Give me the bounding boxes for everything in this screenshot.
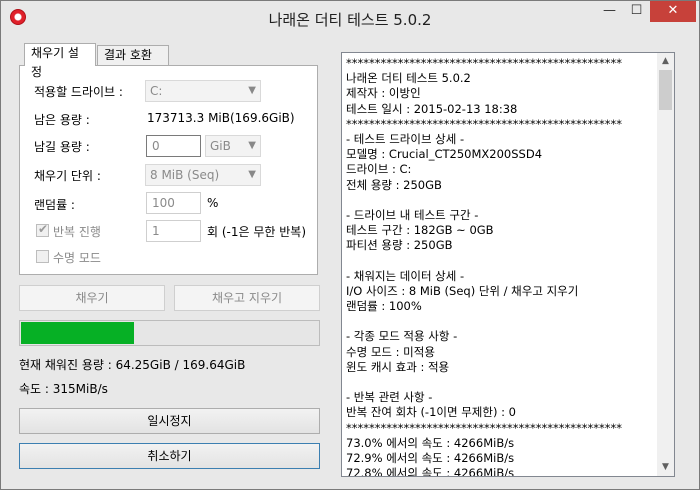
maximize-icon[interactable]: ☐ [623,1,650,22]
log-line: I/O 사이즈 : 8 MiB (Seq) 단위 / 채우고 지우기 [346,283,579,298]
minimize-icon[interactable]: — [596,1,623,22]
repeat-label: 반복 진행 [53,225,101,239]
random-rate-input[interactable]: 100 [146,192,201,214]
filled-capacity-status: 현재 채워진 용량 : 64.25GiB / 169.64GiB [19,358,246,372]
chevron-down-icon: ▼ [248,169,256,180]
scroll-up-icon[interactable]: ▲ [657,53,674,70]
check-icon: ✔ [38,222,49,236]
repeat-checkbox[interactable]: ✔ [36,222,49,237]
remaining-value: 173713.3 MiB(169.6GiB) [147,111,295,125]
scroll-down-icon[interactable]: ▼ [657,459,674,476]
cancel-button[interactable]: 취소하기 [19,443,320,469]
leave-unit-value: GiB [210,139,231,153]
log-line: 반복 잔여 회차 (-1이면 무제한) : 0 [346,405,516,420]
leave-unit-select[interactable]: GiB ▼ [205,135,261,157]
log-line: - 채워지는 데이터 상세 - [346,268,465,283]
fill-button[interactable]: 채우기 [19,285,165,311]
lifetime-mode-label: 수명 모드 [53,251,101,265]
speed-status: 속도 : 315MiB/s [19,382,108,396]
fill-unit-select[interactable]: 8 MiB (Seq) ▼ [145,164,261,186]
log-lines: ****************************************… [346,56,656,477]
log-line: 드라이브 : C: [346,162,412,177]
log-line: - 테스트 드라이브 상세 - [346,131,465,146]
close-icon[interactable]: ✕ [650,1,696,22]
log-line: 전체 용량 : 250GB [346,177,442,192]
window-title: 나래온 더티 테스트 5.0.2 [268,11,432,29]
pause-button[interactable]: 일시정지 [19,408,320,434]
log-line: - 각종 모드 적용 사항 - [346,329,458,344]
log-line: 테스트 구간 : 182GB ~ 0GB [346,223,494,238]
log-line: - 드라이브 내 테스트 구간 - [346,207,479,222]
log-line: 수명 모드 : 미적용 [346,344,435,359]
log-line: - 반복 관련 사항 - [346,390,433,405]
scroll-thumb[interactable] [659,70,672,110]
random-rate-label: 랜덤률 : [34,198,75,212]
log-line: 윈도 캐시 효과 : 적용 [346,359,450,374]
app-window: 나래온 더티 테스트 5.0.2 — ☐ ✕ 채우기 설정 결과 호환성 적용할… [0,0,700,490]
random-rate-suffix: % [207,196,219,210]
log-line: 파티션 용량 : 250GB [346,238,453,253]
lifetime-mode-checkbox[interactable] [36,250,49,263]
fill-and-erase-button[interactable]: 채우고 지우기 [174,285,320,311]
drive-label: 적용할 드라이브 : [34,85,123,99]
fill-unit-value: 8 MiB (Seq) [150,168,220,182]
tab-result-compatibility[interactable]: 결과 호환성 [97,45,169,81]
log-line: 제작자 : 이방인 [346,86,421,101]
log-line: 72.8% 에서의 속도 : 4266MiB/s [346,466,515,477]
leave-capacity-input[interactable]: 0 [146,135,201,157]
log-line: ****************************************… [346,56,622,70]
progress-fill [21,322,134,344]
log-line: 테스트 일시 : 2015-02-13 18:38 [346,101,518,116]
log-line: ****************************************… [346,420,622,435]
fill-settings-panel: 적용할 드라이브 : C: ▼ 남은 용량 : 173713.3 MiB(169… [19,65,318,275]
log-line: 73.0% 에서의 속도 : 4266MiB/s [346,435,515,450]
fill-progress-bar [19,320,320,346]
fill-unit-label: 채우기 단위 : [34,169,101,183]
chevron-down-icon: ▼ [248,140,256,151]
test-log-textbox[interactable]: ****************************************… [341,52,675,477]
remaining-label: 남은 용량 : [34,113,90,127]
drive-select[interactable]: C: ▼ [145,80,261,102]
title-bar[interactable]: 나래온 더티 테스트 5.0.2 — ☐ ✕ [1,1,699,34]
log-line: ****************************************… [346,116,622,131]
leave-capacity-label: 남길 용량 : [34,140,90,154]
drive-select-value: C: [150,84,163,98]
repeat-count-input[interactable]: 1 [146,220,201,242]
log-line: 모델명 : Crucial_CT250MX200SSD4 [346,147,543,162]
log-line: 나래온 더티 테스트 5.0.2 [346,71,471,86]
log-line: 72.9% 에서의 속도 : 4266MiB/s [346,450,515,465]
repeat-count-suffix: 회 (-1은 무한 반복) [207,225,307,239]
tab-fill-settings[interactable]: 채우기 설정 [24,43,96,79]
log-line: 랜덤률 : 100% [346,299,422,313]
log-scrollbar[interactable]: ▲ ▼ [657,53,674,476]
chevron-down-icon: ▼ [248,85,256,96]
